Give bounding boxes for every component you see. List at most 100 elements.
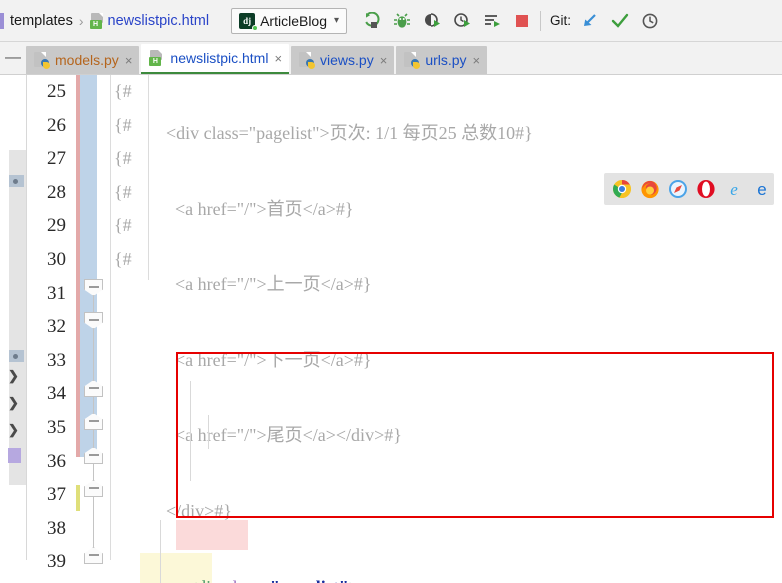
breadcrumb-folder[interactable]: templates (10, 13, 73, 29)
git-label: Git: (550, 13, 572, 28)
run-coverage-button[interactable] (423, 12, 441, 30)
profile-button[interactable] (453, 12, 471, 30)
line-number: 27 (47, 148, 66, 170)
code-token: <a href="/">首页</a>#} (148, 198, 354, 219)
line-number: 33 (47, 349, 66, 371)
git-update-button[interactable] (581, 12, 599, 30)
tab-urls-py[interactable]: urls.py × (396, 46, 488, 74)
close-icon[interactable]: × (380, 53, 388, 68)
opera-icon[interactable] (696, 179, 716, 199)
firefox-icon[interactable] (640, 179, 660, 199)
line-number-gutter: 25 26 27 28 29 30 31 32 33 34 35 36 37 3… (27, 75, 74, 579)
breadcrumb-file[interactable]: newslistpic.html (108, 13, 210, 29)
python-file-icon (34, 52, 50, 69)
tab-label: newslistpic.html (170, 50, 269, 66)
safari-icon[interactable] (668, 179, 688, 199)
code-token: <a href="/">下一页</a>#} (148, 349, 372, 370)
chevron-right-icon[interactable]: ❯ (5, 369, 20, 382)
indent-guide (208, 415, 209, 449)
code-token: "pagelist" (270, 577, 349, 583)
code-token: <a href="/">尾页</a></div>#} (148, 425, 402, 445)
indent-guide (190, 381, 191, 481)
python-file-icon (404, 52, 421, 69)
code-editor[interactable]: ❯ ❯ ❯ 25 26 27 28 29 30 31 32 33 34 35 3… (0, 75, 782, 583)
bookmark-marker-icon[interactable] (9, 175, 24, 187)
chevron-right-icon[interactable]: ❯ (5, 423, 20, 436)
code-token: <div class="pagelist">页次: 1/1 每页25 总数10#… (148, 123, 533, 143)
collapse-icon[interactable]: — (0, 41, 26, 74)
run-toolbar (363, 11, 531, 30)
bookmark-marker-icon[interactable] (9, 350, 24, 362)
line-number: 36 (47, 450, 66, 472)
line-number: 28 (47, 181, 66, 203)
line-number: 39 (47, 551, 66, 573)
code-token: <a href="/">上一页</a>#} (148, 274, 372, 294)
tab-newslistpic-html[interactable]: H newslistpic.html × (141, 44, 290, 74)
code-line-29: <a href="/">尾页</a></div>#} (112, 419, 782, 453)
svg-text:e: e (757, 180, 766, 199)
code-token: = (260, 577, 270, 583)
python-file-icon (299, 52, 316, 69)
toolbar-accent-bar (0, 12, 4, 29)
html-file-icon: H (149, 50, 164, 66)
django-icon: dj (239, 12, 259, 31)
code-line-30: </div>#} (112, 495, 782, 529)
line-number: 30 (47, 248, 66, 270)
code-line-31: <div class="pagelist"> (112, 571, 782, 583)
line-number: 29 (47, 215, 66, 237)
line-number: 26 (47, 114, 66, 136)
main-toolbar: templates › H newslistpic.html dj Articl… (0, 0, 782, 42)
code-token: </div>#} (148, 501, 232, 521)
close-icon[interactable]: × (473, 53, 481, 68)
line-number: 37 (47, 484, 66, 506)
chrome-icon[interactable] (612, 179, 632, 199)
tab-label: models.py (55, 52, 119, 68)
vcs-change-highlight-top (80, 75, 97, 280)
git-commit-button[interactable] (611, 12, 629, 30)
code-text-area[interactable]: <div class="pagelist">页次: 1/1 每页25 总数10#… (112, 75, 782, 583)
breadcrumb-separator: › (78, 12, 84, 29)
run-configuration-name: ArticleBlog (260, 12, 327, 29)
run-configuration-selector[interactable]: dj ArticleBlog ▾ (231, 7, 348, 34)
code-line-25: <div class="pagelist">页次: 1/1 每页25 总数10#… (112, 117, 782, 151)
code-token: <a href="/">下一页</a>#} (148, 350, 372, 370)
line-number: 35 (47, 416, 66, 438)
debug-button[interactable] (393, 12, 411, 30)
fold-marker-icon[interactable] (84, 547, 103, 564)
code-token: <div class="pagelist"> (178, 577, 359, 583)
stop-button[interactable] (513, 12, 531, 30)
fold-gutter-divider (110, 75, 111, 560)
fold-marker-icon[interactable] (84, 480, 103, 497)
run-tests-button[interactable] (483, 12, 501, 30)
edge-icon[interactable]: e (752, 179, 772, 199)
editor-left-rail[interactable]: ❯ ❯ ❯ (0, 75, 26, 560)
code-line-27: <a href="/">上一页</a>#} (112, 268, 782, 302)
changelist-marker-icon[interactable] (8, 448, 21, 463)
tab-views-py[interactable]: views.py × (291, 46, 395, 74)
chevron-right-icon[interactable]: ❯ (5, 396, 20, 409)
line-number: 25 (47, 81, 66, 102)
tab-models-py[interactable]: models.py × (26, 46, 140, 74)
close-icon[interactable]: × (274, 51, 282, 66)
close-icon[interactable]: × (125, 53, 133, 68)
code-token: <a href="/">首页</a>#} (148, 199, 354, 219)
code-line-28: <a href="/">下一页</a>#} (112, 344, 782, 378)
tab-label: views.py (320, 52, 374, 68)
code-token: class (225, 577, 260, 583)
html-file-icon: H (89, 12, 105, 29)
line-number: 34 (47, 383, 66, 405)
run-button[interactable] (363, 11, 381, 30)
vcs-added-marker[interactable] (76, 485, 80, 511)
code-token: <a href="/">上一页</a>#} (148, 274, 372, 295)
chevron-down-icon[interactable]: ▾ (334, 15, 339, 26)
code-token: <div (187, 577, 225, 583)
internet-explorer-icon[interactable]: e (724, 179, 744, 199)
line-number: 38 (47, 517, 66, 539)
toolbar-divider (540, 10, 542, 31)
browser-preview-popup[interactable]: e e (604, 173, 774, 205)
git-history-button[interactable] (641, 12, 659, 30)
tab-label: urls.py (425, 52, 467, 68)
code-token: <div class="pagelist">页次: 1/1 每页25 总数10#… (166, 123, 533, 143)
